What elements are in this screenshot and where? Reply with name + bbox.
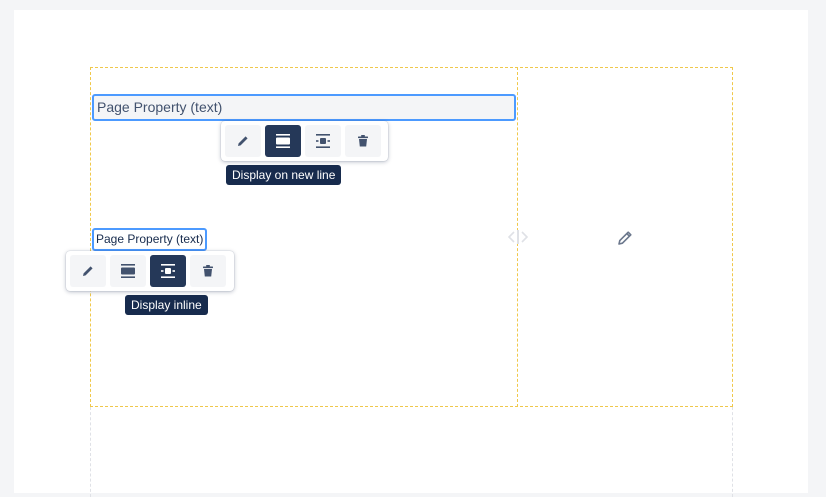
display-block-icon	[121, 264, 135, 278]
tooltip-display-new-line: Display on new line	[226, 165, 342, 185]
pencil-icon	[238, 136, 248, 146]
display-inline-icon	[316, 134, 330, 148]
display-block-button[interactable]	[265, 125, 301, 157]
display-inline-button[interactable]	[305, 125, 341, 157]
layout-section-below	[90, 407, 733, 497]
display-inline-icon	[161, 264, 175, 278]
remove-macro-button[interactable]	[345, 125, 381, 157]
display-block-icon	[276, 134, 290, 148]
trash-icon	[358, 135, 368, 147]
trash-icon	[203, 265, 213, 277]
macro-toolbar-inline	[66, 251, 234, 291]
pencil-icon	[83, 266, 93, 276]
display-inline-button[interactable]	[150, 255, 186, 287]
macro-toolbar-block	[221, 121, 388, 161]
tooltip-display-inline: Display inline	[125, 295, 208, 315]
display-block-button[interactable]	[110, 255, 146, 287]
page-property-macro-inline[interactable]: Page Property (text)	[92, 228, 208, 251]
edit-pencil-icon[interactable]	[615, 228, 635, 248]
remove-macro-button[interactable]	[190, 255, 226, 287]
edit-macro-button[interactable]	[225, 125, 261, 157]
resize-handle-icon[interactable]	[507, 229, 529, 245]
edit-macro-button[interactable]	[70, 255, 106, 287]
page-property-macro-block[interactable]: Page Property (text)	[92, 94, 516, 121]
